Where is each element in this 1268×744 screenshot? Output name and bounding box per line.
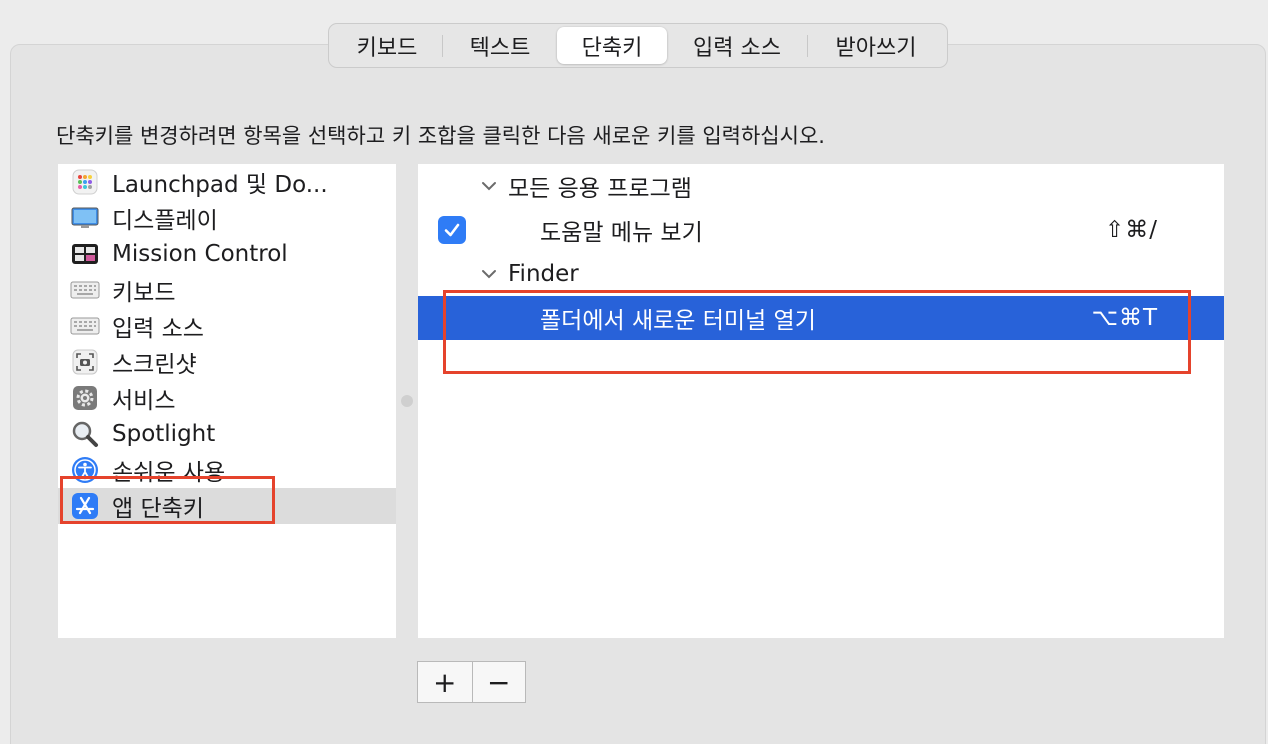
category-item-accessibility[interactable]: 손쉬운 사용 [58,452,396,488]
category-label: Spotlight [112,421,216,447]
tab-dictation-label: 받아쓰기 [835,35,917,61]
category-label: 서비스 [112,388,176,414]
tab-text-label: 텍스트 [469,35,531,61]
keyboard-icon [70,311,100,341]
instruction-text: 단축키를 변경하려면 항목을 선택하고 키 조합을 클릭한 다음 새로운 키를 … [56,124,825,148]
tab-dictation[interactable]: 받아쓰기 [808,27,944,64]
gear-icon [70,383,100,413]
launchpad-icon [70,167,100,197]
keyboard-icon [70,275,100,305]
tab-shortcuts[interactable]: 단축키 [557,27,667,64]
category-label: Mission Control [112,241,288,267]
shortcut-keys[interactable]: ⇧⌘/ [1105,217,1158,243]
shortcut-row-new-terminal[interactable]: 폴더에서 새로운 터미널 열기 ⌥⌘T [418,296,1224,340]
shortcut-list: 모든 응용 프로그램 도움말 메뉴 보기 ⇧⌘/ Finder 폴더에서 새로운… [418,164,1224,638]
category-item-input-sources[interactable]: 입력 소스 [58,308,396,344]
tab-bar: 키보드 텍스트 단축키 입력 소스 받아쓰기 [328,23,948,68]
app-store-icon [70,491,100,521]
chevron-down-icon[interactable] [480,177,498,195]
group-label: 모든 응용 프로그램 [508,176,692,202]
tab-keyboard-label: 키보드 [356,35,418,61]
remove-button[interactable]: − [471,662,526,702]
tab-input-sources[interactable]: 입력 소스 [667,27,807,64]
category-item-screenshot[interactable]: 스크린샷 [58,344,396,380]
split-view-handle[interactable] [401,395,413,407]
group-finder[interactable]: Finder [418,252,1224,296]
category-item-services[interactable]: 서비스 [58,380,396,416]
chevron-down-icon[interactable] [480,265,498,283]
mission-control-icon [70,239,100,269]
group-all-applications[interactable]: 모든 응용 프로그램 [418,164,1224,208]
group-label: Finder [508,261,579,287]
category-item-spotlight[interactable]: Spotlight [58,416,396,452]
category-label: 디스플레이 [112,208,218,234]
shortcut-label: 폴더에서 새로운 터미널 열기 [540,308,816,334]
magnifier-icon [70,419,100,449]
tab-input-sources-label: 입력 소스 [693,35,781,61]
shortcut-keys[interactable]: ⌥⌘T [1091,305,1158,331]
category-label: 앱 단축키 [112,496,204,522]
tab-keyboard[interactable]: 키보드 [332,27,442,64]
category-label: 키보드 [112,280,176,306]
tab-shortcuts-label: 단축키 [581,35,643,61]
screenshot-icon [70,347,100,377]
shortcut-row-help-menu[interactable]: 도움말 메뉴 보기 ⇧⌘/ [418,208,1224,252]
category-label: 스크린샷 [112,352,197,378]
checkmark-icon [444,223,460,237]
category-item-app-shortcuts[interactable]: 앱 단축키 [58,488,396,524]
shortcut-enabled-checkbox[interactable] [438,216,466,244]
category-label: Launchpad 및 Do... [112,172,328,198]
category-list: Launchpad 및 Do... 디스플레이 Mission Control [58,164,396,638]
accessibility-icon [70,455,100,485]
category-item-keyboard[interactable]: 키보드 [58,272,396,308]
category-item-launchpad[interactable]: Launchpad 및 Do... [58,164,396,200]
category-label: 입력 소스 [112,316,204,342]
add-button[interactable]: + [418,662,472,702]
category-item-mission-control[interactable]: Mission Control [58,236,396,272]
category-label: 손쉬운 사용 [112,460,226,486]
category-item-display[interactable]: 디스플레이 [58,200,396,236]
add-remove-buttons: + − [417,661,526,703]
tab-text[interactable]: 텍스트 [443,27,557,64]
display-icon [70,203,100,233]
shortcut-label: 도움말 메뉴 보기 [540,220,703,246]
